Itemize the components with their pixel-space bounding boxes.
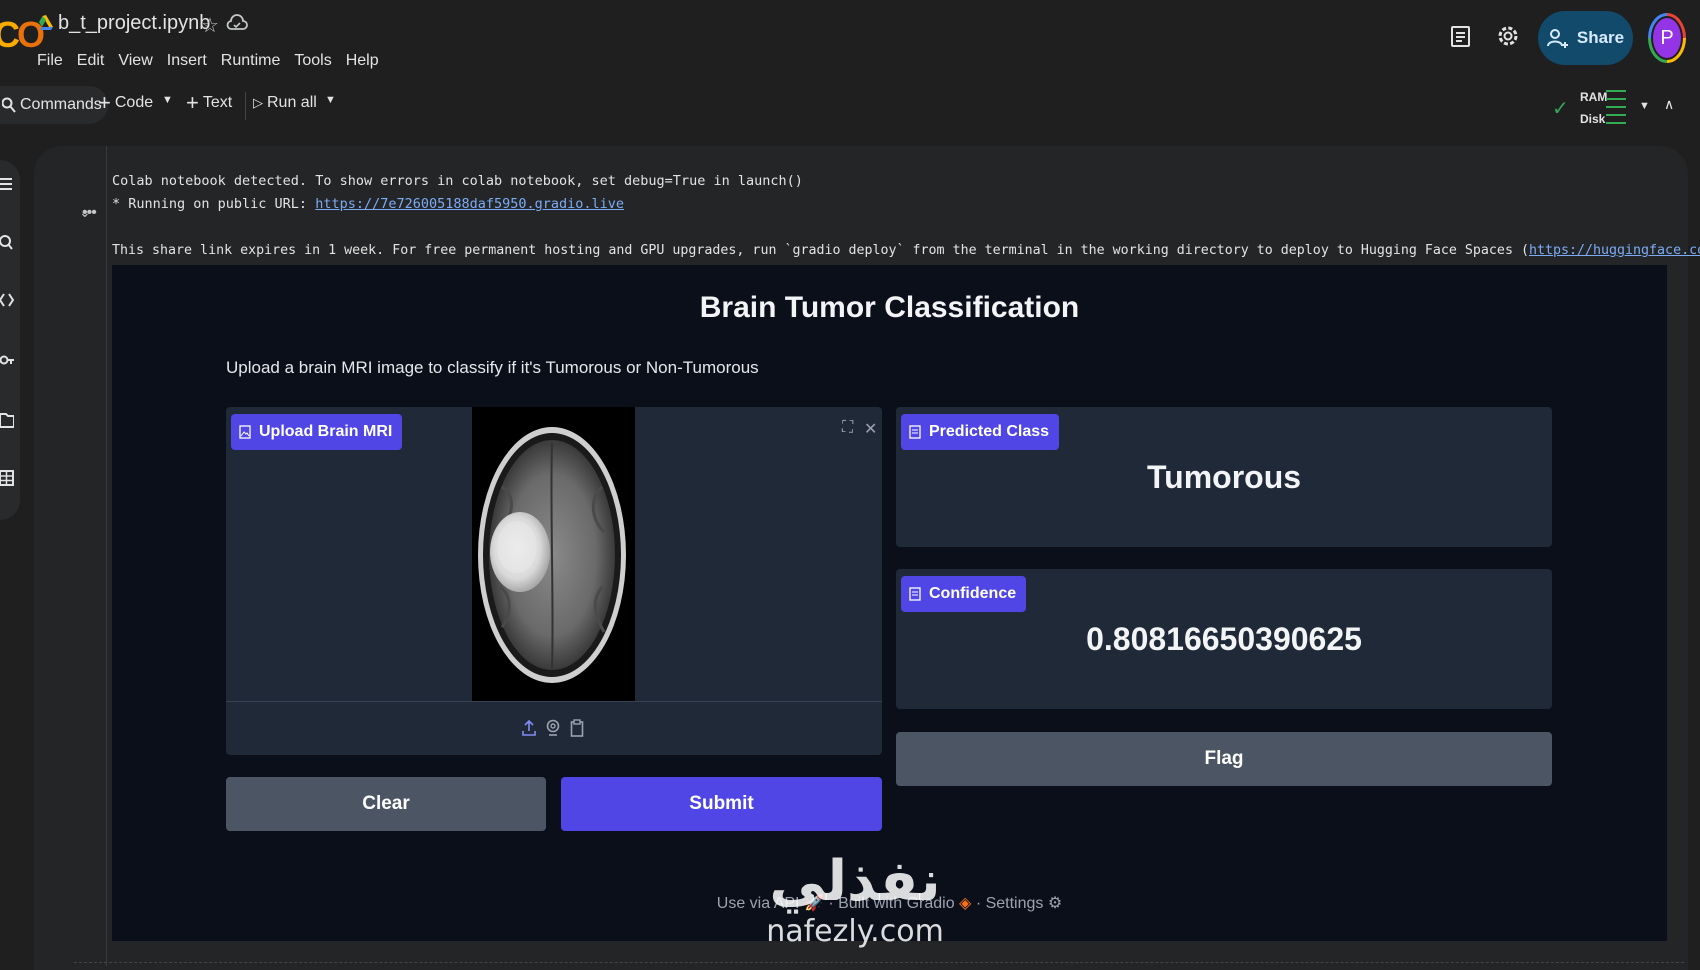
notebook-title[interactable]: b_t_project.ipynb (58, 12, 210, 35)
caret-down-icon: ▼ (325, 94, 336, 106)
output-line-2-prefix: * Running on public URL: (112, 196, 316, 212)
confidence-badge: Confidence (901, 576, 1027, 612)
mri-image (472, 407, 635, 701)
drive-icon (39, 15, 53, 30)
textbox-icon (909, 425, 921, 439)
text-label: Text (202, 94, 233, 111)
close-icon[interactable]: ✕ (864, 419, 877, 439)
menu-file[interactable]: File (37, 52, 63, 70)
people-icon (1546, 29, 1568, 48)
code-label: Code (114, 94, 154, 111)
star-icon[interactable]: ☆ (201, 13, 219, 38)
top-bar: CO b_t_project.ipynb ☆ File Edit View In… (0, 0, 1700, 80)
app-description: Upload a brain MRI image to classify if … (226, 358, 759, 377)
ram-label[interactable]: RAM (1580, 90, 1607, 104)
toolbar-divider (245, 92, 246, 120)
clipboard-icon[interactable] (570, 719, 584, 737)
gear-icon[interactable] (1496, 24, 1520, 48)
colab-logo[interactable]: CO (0, 14, 45, 56)
find-icon[interactable] (0, 232, 14, 252)
output-line-3: This share link expires in 1 week. For f… (112, 243, 1700, 258)
upload-divider (226, 701, 882, 702)
commands-button[interactable]: Commands (0, 86, 108, 124)
settings-gear-icon: ⚙ (1047, 895, 1063, 912)
clear-button[interactable]: Clear (226, 777, 546, 831)
image-icon (239, 425, 251, 439)
chevron-up-icon[interactable]: ∧ (1664, 96, 1674, 113)
resources-dropdown-icon[interactable]: ▼ (1639, 100, 1650, 112)
confidence-value: 0.80816650390625 (1086, 621, 1362, 657)
play-icon: ▷ (253, 95, 263, 110)
code-snippets-icon[interactable] (0, 290, 14, 310)
textbox-icon (909, 587, 921, 601)
left-rail (0, 160, 20, 520)
data-table-icon[interactable] (0, 468, 14, 488)
more-options-icon[interactable]: ••• (82, 204, 97, 222)
fullscreen-icon[interactable]: ⛶ (842, 419, 853, 437)
app-title: Brain Tumor Classification (699, 291, 1080, 324)
watermark-arabic: نفذلي (769, 849, 941, 914)
plus-icon: + (186, 90, 199, 115)
confidence-label: Confidence (929, 585, 1017, 602)
menu-tools[interactable]: Tools (294, 52, 331, 70)
menu-bar: File Edit View Insert Runtime Tools Help (37, 52, 393, 70)
connected-check-icon: ✓ (1552, 98, 1569, 120)
run-all-label: Run all (267, 94, 317, 111)
upload-panel[interactable]: Upload Brain MRI ⛶ ✕ (226, 407, 882, 755)
commands-label: Commands (20, 96, 102, 113)
submit-button[interactable]: Submit (561, 777, 882, 831)
add-code-button[interactable]: + Code (98, 90, 154, 115)
run-all-button[interactable]: ▷ Run all (253, 94, 317, 112)
share-label: Share (1576, 28, 1625, 47)
menu-runtime[interactable]: Runtime (221, 52, 281, 70)
footer-dot: · (975, 895, 986, 912)
upload-source-icons (522, 719, 584, 737)
output-line-3-prefix: This share link expires in 1 week. For f… (112, 243, 1529, 258)
cell-gutter (106, 146, 107, 966)
output-line-2: * Running on public URL: https://7e72600… (112, 196, 624, 212)
plus-icon: + (98, 90, 111, 115)
key-icon[interactable] (0, 350, 14, 370)
search-icon (2, 97, 16, 113)
cloud-sync-icon[interactable] (226, 13, 248, 33)
upload-icon[interactable] (522, 719, 536, 737)
flag-button[interactable]: Flag (896, 732, 1552, 786)
menu-insert[interactable]: Insert (167, 52, 207, 70)
caret-down-icon: ▼ (162, 94, 173, 106)
huggingface-link[interactable]: https://huggingface.co/spaces (1529, 243, 1700, 258)
toc-icon[interactable] (0, 174, 14, 194)
settings-link[interactable]: Settings (986, 895, 1044, 912)
toolbar: Commands + Code ▼ + Text ▷ Run all ▼ ✓ R… (0, 82, 1700, 134)
menu-edit[interactable]: Edit (77, 52, 105, 70)
confidence-panel: Confidence 0.80816650390625 (896, 569, 1552, 709)
output-line-1: Colab notebook detected. To show errors … (112, 173, 803, 189)
nafezly-watermark: نفذلي nafezly.com (740, 852, 970, 970)
avatar-letter: P (1651, 16, 1683, 60)
folder-icon[interactable] (0, 410, 14, 430)
predicted-class-badge: Predicted Class (901, 414, 1060, 450)
public-url-link[interactable]: https://7e726005188daf5950.gradio.live (315, 196, 624, 212)
resource-bars[interactable] (1606, 90, 1626, 126)
avatar[interactable]: P (1648, 13, 1686, 63)
comments-icon[interactable] (1450, 25, 1472, 49)
upload-label-badge: Upload Brain MRI (231, 414, 403, 450)
add-text-button[interactable]: + Text (186, 90, 233, 115)
share-button[interactable]: Share (1538, 11, 1633, 65)
upload-label: Upload Brain MRI (259, 423, 393, 440)
predicted-class-value: Tumorous (1146, 459, 1302, 495)
predicted-class-panel: Predicted Class Tumorous (896, 407, 1552, 547)
webcam-icon[interactable] (546, 719, 560, 737)
menu-view[interactable]: View (118, 52, 152, 70)
disk-label[interactable]: Disk (1580, 112, 1605, 126)
menu-help[interactable]: Help (346, 52, 379, 70)
predicted-class-label: Predicted Class (929, 423, 1050, 440)
watermark-english: nafezly.com (766, 914, 944, 949)
code-dropdown[interactable]: ▼ (162, 94, 173, 106)
gradio-app: Brain Tumor Classification Upload a brai… (112, 265, 1667, 941)
run-all-dropdown[interactable]: ▼ (325, 94, 336, 106)
